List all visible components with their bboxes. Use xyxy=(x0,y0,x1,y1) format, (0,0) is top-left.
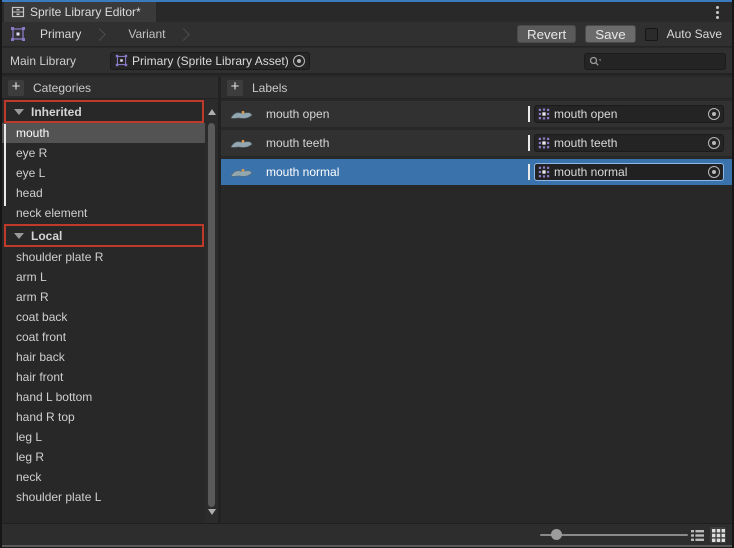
slider-knob[interactable] xyxy=(551,529,562,540)
main-library-object-field[interactable]: Primary (Sprite Library Asset) xyxy=(110,52,310,70)
category-item[interactable]: coat front xyxy=(2,327,205,347)
foldout-arrow-icon[interactable] xyxy=(14,109,24,115)
object-field-value: mouth normal xyxy=(554,165,704,179)
category-group: Inherited moutheye Reye Lheadneck elemen… xyxy=(2,100,205,223)
category-group-header[interactable]: Inherited xyxy=(4,100,204,123)
category-item[interactable]: leg L xyxy=(2,427,205,447)
category-item[interactable]: neck xyxy=(2,467,205,487)
revert-button[interactable]: Revert xyxy=(517,25,576,43)
search-input[interactable] xyxy=(584,53,726,70)
category-item[interactable]: shoulder plate R xyxy=(2,247,205,267)
scrollbar-thumb[interactable] xyxy=(208,123,215,507)
drag-handle[interactable] xyxy=(528,135,530,151)
breadcrumb-chevron-icon xyxy=(178,28,191,41)
grid-view-icon[interactable] xyxy=(710,527,726,543)
labels-list: mouth open mouth open mouth teeth xyxy=(221,101,732,523)
drag-handle[interactable] xyxy=(528,164,530,180)
sprite-library-editor-window: Sprite Library Editor* Primary Variant R… xyxy=(0,0,734,548)
categories-header: + Categories xyxy=(2,77,218,99)
sprite-object-field[interactable]: mouth open xyxy=(534,105,724,123)
category-item[interactable]: hair back xyxy=(2,347,205,367)
sprite-object-field[interactable]: mouth normal xyxy=(534,163,724,181)
categories-title: Categories xyxy=(33,81,91,95)
category-item[interactable]: hand L bottom xyxy=(2,387,205,407)
category-item[interactable]: arm R xyxy=(2,287,205,307)
category-item[interactable]: leg R xyxy=(2,447,205,467)
sprite-library-editor-icon xyxy=(11,5,25,19)
sprite-icon xyxy=(538,166,550,178)
labels-pane: + Labels mouth open mouth open mouth tee… xyxy=(221,77,732,523)
object-picker-icon[interactable] xyxy=(708,166,720,178)
sprite-label-row[interactable]: mouth normal mouth normal xyxy=(221,159,732,185)
category-item[interactable]: neck element xyxy=(2,203,205,223)
scroll-down-icon[interactable] xyxy=(208,509,216,515)
save-button[interactable]: Save xyxy=(585,25,635,43)
list-view-icon[interactable] xyxy=(689,527,705,543)
category-item[interactable]: coat back xyxy=(2,307,205,327)
main-library-value: Primary (Sprite Library Asset) xyxy=(132,54,289,68)
main-library-label: Main Library xyxy=(10,54,110,68)
sprite-thumbnail xyxy=(229,135,255,152)
sprite-library-asset-icon xyxy=(10,26,26,42)
drag-handle[interactable] xyxy=(528,106,530,122)
labels-header: + Labels xyxy=(221,77,732,99)
sprite-icon xyxy=(538,137,550,149)
categories-list: Inherited moutheye Reye Lheadneck elemen… xyxy=(2,99,205,523)
sprite-label-name: mouth open xyxy=(266,107,528,121)
sprite-thumbnail xyxy=(229,164,255,181)
category-item[interactable]: head xyxy=(2,183,205,203)
search-icon xyxy=(589,56,601,68)
categories-pane: + Categories Inherited moutheye Reye Lhe… xyxy=(2,77,218,523)
content-area: + Categories Inherited moutheye Reye Lhe… xyxy=(2,77,732,523)
vertical-indicator-line xyxy=(4,124,6,206)
add-label-button[interactable]: + xyxy=(227,80,243,96)
category-item[interactable]: hand R top xyxy=(2,407,205,427)
tab-sprite-library-editor[interactable]: Sprite Library Editor* xyxy=(4,2,156,22)
sprite-label-name: mouth normal xyxy=(266,165,528,179)
category-item[interactable]: eye R xyxy=(2,143,205,163)
sprite-label-row[interactable]: mouth open mouth open xyxy=(221,101,732,127)
add-category-button[interactable]: + xyxy=(8,80,24,96)
foldout-arrow-icon[interactable] xyxy=(14,233,24,239)
object-picker-icon[interactable] xyxy=(708,108,720,120)
slider-track xyxy=(540,534,688,536)
category-group: Local shoulder plate Rarm Larm Rcoat bac… xyxy=(2,224,205,507)
category-group-label: Local xyxy=(31,229,62,243)
sprite-label-name: mouth teeth xyxy=(266,136,528,150)
category-group-label: Inherited xyxy=(31,105,82,119)
thumbnail-size-slider[interactable] xyxy=(540,524,688,546)
breadcrumb-chevron-icon xyxy=(93,28,106,41)
categories-scrollbar[interactable] xyxy=(205,99,218,523)
kebab-menu-icon[interactable] xyxy=(716,4,720,20)
toolbar: Primary Variant Revert Save Auto Save xyxy=(2,22,732,47)
auto-save-label: Auto Save xyxy=(667,27,722,41)
object-field-value: mouth open xyxy=(554,107,704,121)
category-item[interactable]: shoulder plate L xyxy=(2,487,205,507)
category-item[interactable]: eye L xyxy=(2,163,205,183)
object-field-value: mouth teeth xyxy=(554,136,704,150)
category-item[interactable]: mouth xyxy=(2,123,205,143)
main-library-row: Main Library Primary (Sprite Library Ass… xyxy=(2,48,732,75)
tab-title: Sprite Library Editor* xyxy=(30,5,141,19)
sprite-thumbnail xyxy=(229,106,255,123)
tab-strip: Sprite Library Editor* xyxy=(2,2,732,22)
auto-save-checkbox[interactable] xyxy=(645,28,658,41)
sprite-object-field[interactable]: mouth teeth xyxy=(534,134,724,152)
category-group-header[interactable]: Local xyxy=(4,224,204,247)
breadcrumb-variant[interactable]: Variant xyxy=(128,27,165,41)
sprite-label-row[interactable]: mouth teeth mouth teeth xyxy=(221,130,732,156)
labels-title: Labels xyxy=(252,81,287,95)
breadcrumb-primary[interactable]: Primary xyxy=(40,27,81,41)
bottom-bar xyxy=(2,523,732,545)
object-picker-icon[interactable] xyxy=(708,137,720,149)
category-item[interactable]: arm L xyxy=(2,267,205,287)
sprite-icon xyxy=(538,108,550,120)
category-item[interactable]: hair front xyxy=(2,367,205,387)
sprite-library-asset-icon xyxy=(115,54,128,67)
scroll-up-icon[interactable] xyxy=(208,109,216,115)
object-picker-icon[interactable] xyxy=(293,55,305,67)
